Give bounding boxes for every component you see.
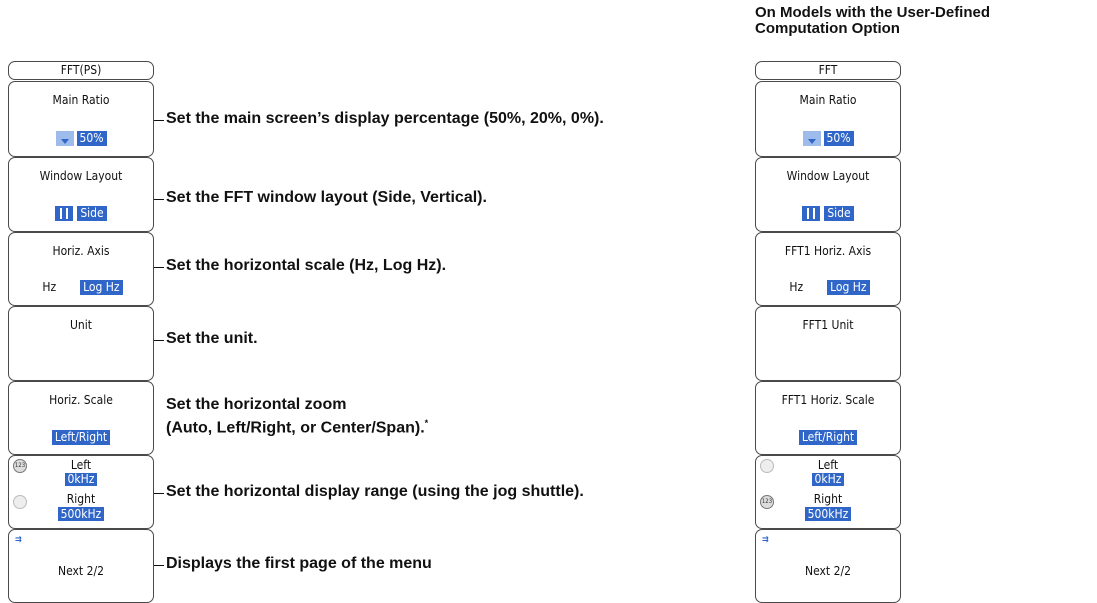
horiz-scale-label: Horiz. Scale: [49, 393, 113, 407]
horiz-scale-value: Left/Right: [51, 430, 111, 445]
left-window-layout-key[interactable]: Window Layout Side: [8, 157, 154, 232]
next-label: Next 2/2: [58, 564, 104, 578]
range-left-value: 0kHz: [811, 473, 845, 486]
side-layout-icon: [55, 206, 74, 221]
desc-main-ratio: Set the main screen’s display percentage…: [166, 110, 604, 127]
window-layout-label: Window Layout: [39, 169, 123, 183]
main-ratio-icon: [55, 131, 74, 146]
next-label: Next 2/2: [805, 564, 851, 578]
desc-footnote-mark: *: [424, 418, 429, 428]
next-page-icon: ⇉: [15, 535, 22, 545]
horiz-scale-label: FFT1 Horiz. Scale: [781, 393, 875, 407]
next-page-icon: ⇉: [762, 535, 769, 545]
horiz-axis-option-hz: Hz: [42, 280, 57, 294]
desc-unit: Set the unit.: [166, 330, 258, 347]
horiz-axis-label: FFT1 Horiz. Axis: [784, 244, 872, 258]
range-left-label: Left: [817, 458, 839, 472]
range-right-label: Right: [66, 492, 96, 506]
horiz-axis-label: Horiz. Axis: [52, 244, 110, 258]
leader-next: [154, 565, 164, 566]
right-unit-key[interactable]: FFT1 Unit: [755, 306, 901, 381]
horiz-scale-value: Left/Right: [798, 430, 858, 445]
desc-range: Set the horizontal display range (using …: [166, 483, 584, 500]
desc-horiz-zoom-line1: Set the horizontal zoom: [166, 396, 347, 413]
left-horiz-scale-key[interactable]: Horiz. Scale Left/Right: [8, 381, 154, 455]
horiz-axis-option-hz: Hz: [789, 280, 804, 294]
left-range-key[interactable]: 123 Left 0kHz Right 500kHz: [8, 455, 154, 529]
left-next-page-key[interactable]: ⇉ Next 2/2: [8, 529, 154, 603]
desc-next: Displays the first page of the menu: [166, 555, 432, 572]
desc-horiz-zoom-line2: (Auto, Left/Right, or Center/Span).*: [166, 418, 428, 437]
desc-window-layout: Set the FFT window layout (Side, Vertica…: [166, 189, 487, 206]
left-horiz-axis-key[interactable]: Horiz. Axis Hz Log Hz: [8, 232, 154, 306]
range-left-value: 0kHz: [64, 473, 98, 486]
range-left-label: Left: [70, 458, 92, 472]
heading-line-2: Computation Option: [755, 20, 900, 37]
right-main-ratio-key[interactable]: Main Ratio 50%: [755, 81, 901, 157]
right-horiz-scale-key[interactable]: FFT1 Horiz. Scale Left/Right: [755, 381, 901, 455]
leader-main-ratio: [154, 120, 164, 121]
desc-horiz-axis: Set the horizontal scale (Hz, Log Hz).: [166, 257, 447, 274]
leader-range: [154, 493, 164, 494]
window-layout-value: Side: [824, 206, 854, 221]
right-menu-heading: On Models with the User-Defined Computat…: [755, 5, 990, 37]
left-menu-title: FFT(PS): [8, 61, 154, 80]
right-window-layout-key[interactable]: Window Layout Side: [755, 157, 901, 232]
window-layout-value: Side: [77, 206, 107, 221]
main-ratio-value: 50%: [823, 131, 854, 146]
desc-horiz-zoom-text: (Auto, Left/Right, or Center/Span).: [166, 419, 425, 437]
leader-horiz-axis: [154, 267, 164, 268]
right-horiz-axis-key[interactable]: FFT1 Horiz. Axis Hz Log Hz: [755, 232, 901, 306]
window-layout-label: Window Layout: [786, 169, 870, 183]
right-menu-title: FFT: [755, 61, 901, 80]
main-ratio-icon: [802, 131, 821, 146]
leader-window-layout: [154, 199, 164, 200]
leader-unit: [154, 340, 164, 341]
horiz-axis-option-log-hz: Log Hz: [827, 280, 870, 295]
right-range-key[interactable]: Left 0kHz 123 Right 500kHz: [755, 455, 901, 529]
main-ratio-label: Main Ratio: [52, 93, 110, 107]
main-ratio-value: 50%: [76, 131, 107, 146]
range-right-label: Right: [813, 492, 843, 506]
heading-line-1: On Models with the User-Defined: [755, 4, 991, 21]
unit-label: Unit: [70, 318, 92, 332]
left-unit-key[interactable]: Unit: [8, 306, 154, 381]
range-right-value: 500kHz: [57, 507, 105, 521]
horiz-axis-option-log-hz: Log Hz: [80, 280, 123, 295]
right-next-page-key[interactable]: ⇉ Next 2/2: [755, 529, 901, 603]
main-ratio-label: Main Ratio: [799, 93, 857, 107]
range-right-value: 500kHz: [804, 507, 852, 521]
unit-label: FFT1 Unit: [802, 318, 854, 332]
side-layout-icon: [802, 206, 821, 221]
left-main-ratio-key[interactable]: Main Ratio 50%: [8, 81, 154, 157]
